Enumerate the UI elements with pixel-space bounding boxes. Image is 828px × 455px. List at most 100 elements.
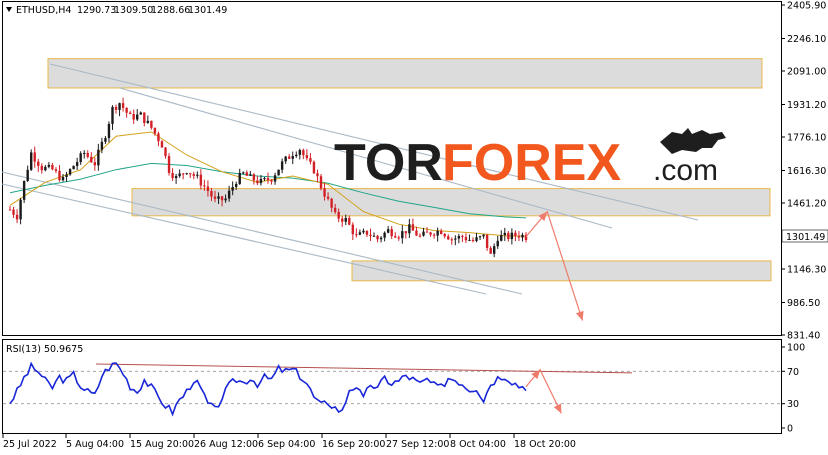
candle-body	[323, 188, 326, 197]
time-tick-label: 25 Jul 2022	[3, 439, 57, 450]
candle-body	[365, 230, 369, 235]
candle-body	[411, 224, 415, 231]
candle-body	[369, 234, 372, 236]
candle-body	[379, 237, 383, 240]
time-axis: 25 Jul 2022 5 Aug 04:00 15 Aug 20:00 26 Aug…	[2, 434, 576, 450]
candle-body	[517, 236, 521, 238]
candle-body	[326, 196, 330, 199]
watermark-dotcom: .com	[653, 154, 718, 187]
candle-body	[22, 180, 26, 200]
candle-body	[284, 156, 287, 162]
candle-body	[61, 176, 65, 181]
candle-body	[93, 162, 97, 166]
candle-body	[362, 230, 365, 233]
candle-body	[468, 239, 471, 241]
candle-body	[298, 150, 302, 155]
candle-body	[160, 141, 164, 148]
trading-chart[interactable]: TOR FOREX .com 2405.90 2246.10 2091.00 1931…	[0, 0, 828, 455]
candle-body	[401, 231, 404, 239]
candle-body	[270, 180, 273, 182]
candle-body	[37, 161, 40, 166]
candle-body	[19, 199, 22, 220]
candle-body	[475, 237, 478, 242]
candle-body	[114, 106, 118, 110]
candle-body	[309, 158, 312, 162]
candle-body	[397, 237, 400, 239]
candle-body	[72, 165, 75, 170]
candle-body	[288, 156, 291, 159]
candle-body	[341, 218, 344, 222]
candle-body	[273, 175, 277, 182]
candle-body	[86, 152, 89, 157]
candle-body	[65, 174, 68, 177]
candle-body	[30, 152, 33, 170]
candle-body	[450, 239, 453, 241]
candle-body	[521, 234, 524, 238]
candle-body	[189, 173, 192, 175]
candle-body	[351, 224, 355, 235]
candle-body	[210, 191, 213, 197]
candle-body	[302, 150, 305, 156]
rsi-tick-label: 100	[787, 343, 805, 354]
candle-body	[457, 236, 461, 239]
candle-body	[478, 236, 482, 238]
candle-body	[333, 207, 337, 212]
candle-body	[15, 214, 19, 220]
candle-body	[249, 174, 252, 176]
candle-body	[277, 169, 280, 176]
price-tick-label: 1461.20	[787, 199, 826, 210]
candle-body	[496, 240, 499, 247]
candle-body	[83, 152, 86, 154]
symbol-label: ETHUSD,H4	[16, 5, 71, 16]
candle-body	[383, 232, 386, 238]
candle-body	[153, 127, 157, 134]
candle-body	[178, 173, 181, 177]
candle-body	[44, 166, 47, 171]
candle-body	[199, 174, 203, 186]
candle-body	[464, 237, 468, 241]
price-tick-label: 2405.90	[787, 1, 826, 12]
candle-body	[171, 172, 174, 179]
current-price-label: 1301.49	[786, 232, 825, 243]
candle-body	[227, 190, 231, 199]
candle-body	[358, 232, 362, 235]
price-tick-label: 1931.20	[787, 100, 826, 111]
candle-body	[185, 173, 188, 175]
candle-body	[58, 170, 61, 181]
candle-body	[146, 120, 150, 123]
candle-body	[238, 172, 241, 184]
candle-body	[355, 234, 358, 236]
open-value: 1290.73	[77, 5, 116, 16]
candle-body	[500, 235, 503, 241]
candle-body	[118, 103, 121, 110]
candle-body	[422, 231, 425, 236]
candle-body	[224, 198, 227, 201]
candle-body	[408, 224, 411, 234]
candle-body	[136, 114, 139, 120]
candle-body	[97, 149, 100, 166]
candle-body	[447, 236, 450, 240]
candle-body	[234, 183, 238, 187]
candle-body	[256, 180, 259, 184]
candle-body	[125, 107, 128, 113]
candle-body	[482, 234, 485, 237]
candle-body	[461, 236, 464, 238]
candle-body	[330, 198, 333, 208]
candle-body	[404, 231, 408, 234]
candle-body	[394, 236, 397, 238]
candle-body	[192, 174, 195, 176]
candle-body	[100, 141, 104, 150]
candle-body	[390, 229, 393, 237]
time-tick-label: 27 Sep 12:00	[386, 439, 449, 450]
candle-body	[206, 186, 210, 192]
time-tick-label: 15 Aug 20:00	[130, 439, 194, 450]
candle-body	[507, 232, 510, 240]
candle-body	[348, 217, 351, 225]
candle-body	[436, 230, 439, 236]
candle-body	[54, 169, 58, 171]
candle-body	[432, 234, 436, 236]
candle-body	[510, 232, 514, 240]
candle-body	[196, 174, 199, 176]
time-tick-label: 16 Sep 20:00	[322, 439, 385, 450]
candle-body	[485, 234, 489, 249]
